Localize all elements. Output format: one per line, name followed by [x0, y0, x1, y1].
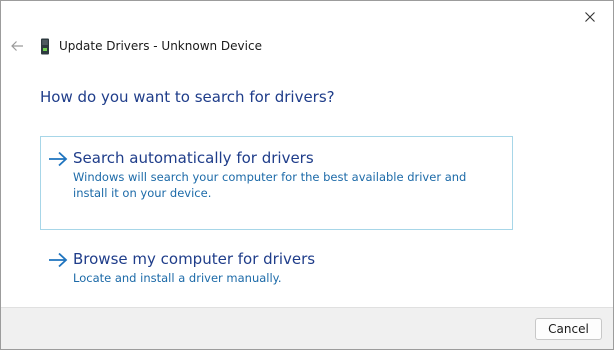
option-title: Search automatically for drivers: [73, 149, 314, 167]
window-title: Update Drivers - Unknown Device: [59, 39, 262, 53]
option-description: Locate and install a driver manually.: [73, 271, 282, 285]
page-heading: How do you want to search for drivers?: [40, 88, 335, 106]
browse-computer-option[interactable]: Browse my computer for drivers Locate an…: [40, 243, 513, 293]
back-arrow-icon: [11, 41, 23, 51]
arrow-right-icon: [49, 252, 68, 268]
close-button[interactable]: [567, 1, 613, 32]
back-button[interactable]: [7, 37, 27, 55]
option-title: Browse my computer for drivers: [73, 250, 316, 268]
update-drivers-window: Update Drivers - Unknown Device How do y…: [0, 0, 614, 350]
search-automatically-option[interactable]: Search automatically for drivers Windows…: [40, 136, 513, 230]
arrow-right-icon: [49, 151, 68, 167]
close-icon: [585, 11, 595, 22]
cancel-button[interactable]: Cancel: [535, 318, 602, 340]
dialog-footer: Cancel: [1, 307, 613, 349]
device-icon: [41, 38, 49, 55]
option-description: Windows will search your computer for th…: [73, 170, 467, 200]
